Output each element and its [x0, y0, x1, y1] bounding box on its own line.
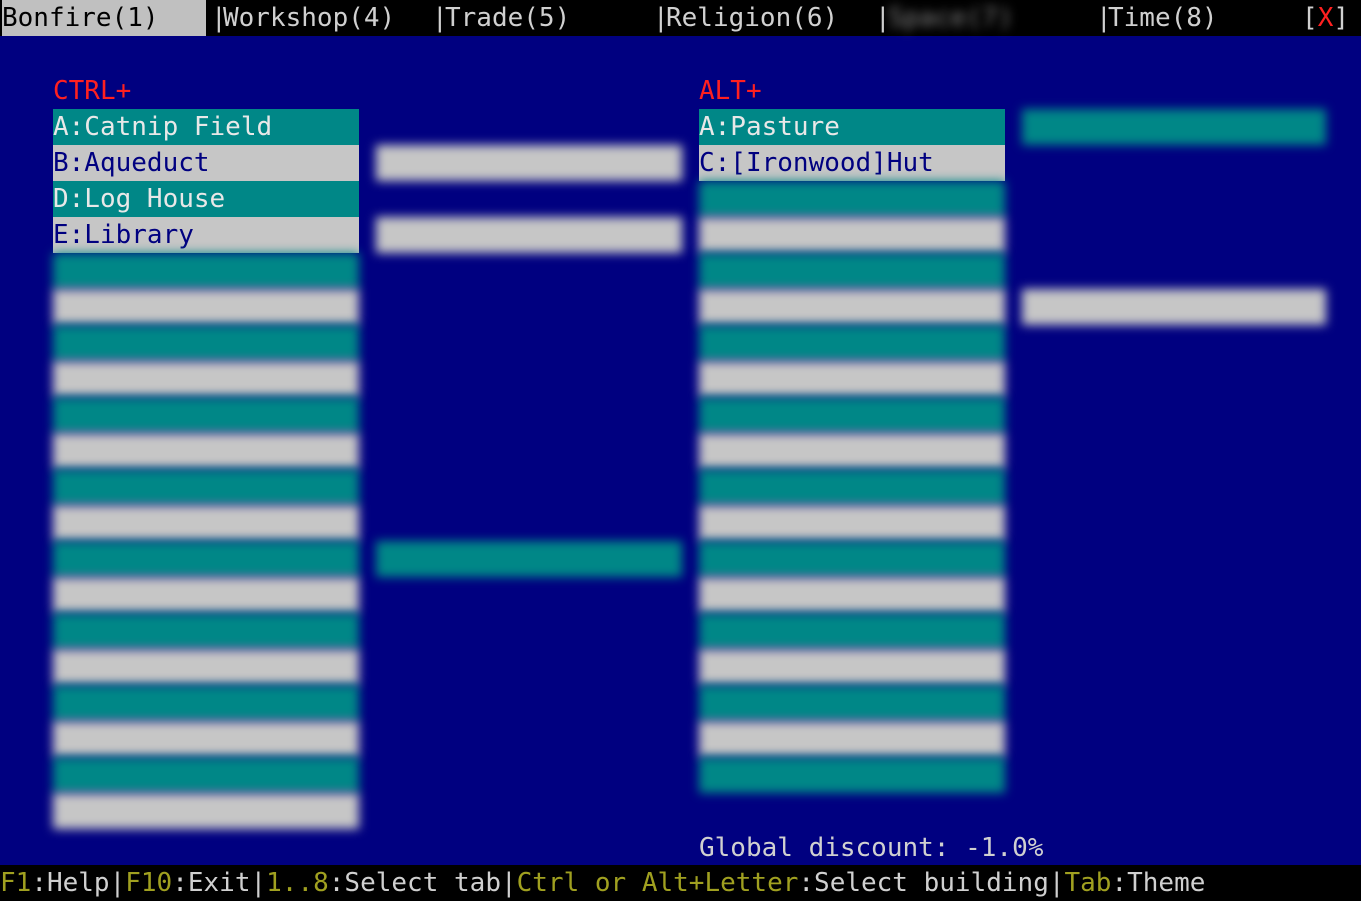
tab-trade[interactable]: Trade(5) [445, 0, 570, 36]
hint-desc-exit: :Exit [172, 868, 251, 898]
hint-key-select-building: Ctrl or Alt+Letter [516, 868, 799, 898]
building-pasture[interactable]: A:Pasture [699, 109, 1005, 145]
obscured-building[interactable] [53, 649, 359, 685]
obscured-building[interactable] [53, 577, 359, 613]
obscured-building[interactable] [53, 793, 359, 829]
obscured-upgrade[interactable] [1022, 289, 1326, 325]
obscured-building[interactable] [699, 253, 1005, 289]
obscured-building[interactable] [699, 505, 1005, 541]
hint-key-theme: Tab [1064, 868, 1112, 898]
obscured-building[interactable] [699, 685, 1005, 721]
close-button[interactable]: [X] [1302, 0, 1349, 36]
close-bracket-left: [ [1302, 3, 1318, 33]
building-catnip-field[interactable]: A:Catnip Field [53, 109, 359, 145]
obscured-building[interactable] [699, 217, 1005, 253]
obscured-building[interactable] [53, 469, 359, 505]
obscured-building[interactable] [53, 685, 359, 721]
obscured-upgrade[interactable] [1022, 109, 1326, 145]
obscured-building[interactable] [53, 361, 359, 397]
obscured-building[interactable] [699, 577, 1005, 613]
obscured-upgrade[interactable] [376, 217, 682, 253]
building-library[interactable]: E:Library [53, 217, 359, 253]
obscured-building[interactable] [53, 289, 359, 325]
hint-desc-select-building: :Select building [798, 868, 1049, 898]
obscured-building[interactable] [699, 469, 1005, 505]
tab-workshop[interactable]: Workshop(4) [223, 0, 395, 36]
obscured-building[interactable] [53, 397, 359, 433]
tab-time[interactable]: Time(8) [1108, 0, 1218, 36]
hint-separator: | [500, 868, 517, 898]
hint-separator: | [109, 868, 126, 898]
obscured-building[interactable] [699, 757, 1005, 793]
obscured-building[interactable] [699, 397, 1005, 433]
close-bracket-right: ] [1333, 3, 1349, 33]
obscured-building[interactable] [699, 721, 1005, 757]
obscured-building[interactable] [53, 433, 359, 469]
tab-space[interactable]: Space(7) [888, 0, 1013, 36]
obscured-building[interactable] [53, 253, 359, 289]
obscured-building[interactable] [53, 613, 359, 649]
hint-key-exit: F10 [125, 868, 173, 898]
hint-bar: F1:Help|F10:Exit|1..8:Select tab|Ctrl or… [0, 865, 1361, 901]
obscured-building[interactable] [699, 361, 1005, 397]
hint-key-select-tab: 1..8 [266, 868, 329, 898]
close-icon: X [1317, 3, 1334, 33]
obscured-upgrade[interactable] [376, 541, 682, 577]
tab-religion[interactable]: Religion(6) [666, 0, 838, 36]
obscured-building[interactable] [53, 325, 359, 361]
obscured-building[interactable] [53, 721, 359, 757]
building-aqueduct[interactable]: B:Aqueduct [53, 145, 359, 181]
obscured-upgrade[interactable] [376, 145, 682, 181]
hint-desc-select-tab: :Select tab [328, 868, 501, 898]
hint-desc-help: :Help [31, 868, 110, 898]
obscured-building[interactable] [699, 289, 1005, 325]
obscured-building[interactable] [53, 757, 359, 793]
obscured-building[interactable] [699, 325, 1005, 361]
global-discount: Global discount: -1.0% [699, 833, 1044, 863]
obscured-building[interactable] [699, 613, 1005, 649]
building-log-house[interactable]: D:Log House [53, 181, 359, 217]
obscured-building[interactable] [53, 541, 359, 577]
tab-bonfire[interactable]: Bonfire(1) [2, 0, 206, 36]
tab-bar: Bonfire(1) | Workshop(4) | Trade(5) | Re… [0, 0, 1361, 36]
hint-desc-theme: :Theme [1111, 868, 1206, 898]
ctrl-header: CTRL+ [53, 76, 132, 106]
obscured-building[interactable] [699, 181, 1005, 217]
hint-key-help: F1 [0, 868, 32, 898]
alt-header: ALT+ [699, 76, 762, 106]
obscured-building[interactable] [699, 433, 1005, 469]
obscured-building[interactable] [699, 541, 1005, 577]
hint-separator: | [1048, 868, 1065, 898]
obscured-building[interactable] [53, 505, 359, 541]
obscured-building[interactable] [699, 649, 1005, 685]
building-ironwood-hut[interactable]: C:[Ironwood]Hut [699, 145, 1005, 181]
hint-separator: | [250, 868, 267, 898]
